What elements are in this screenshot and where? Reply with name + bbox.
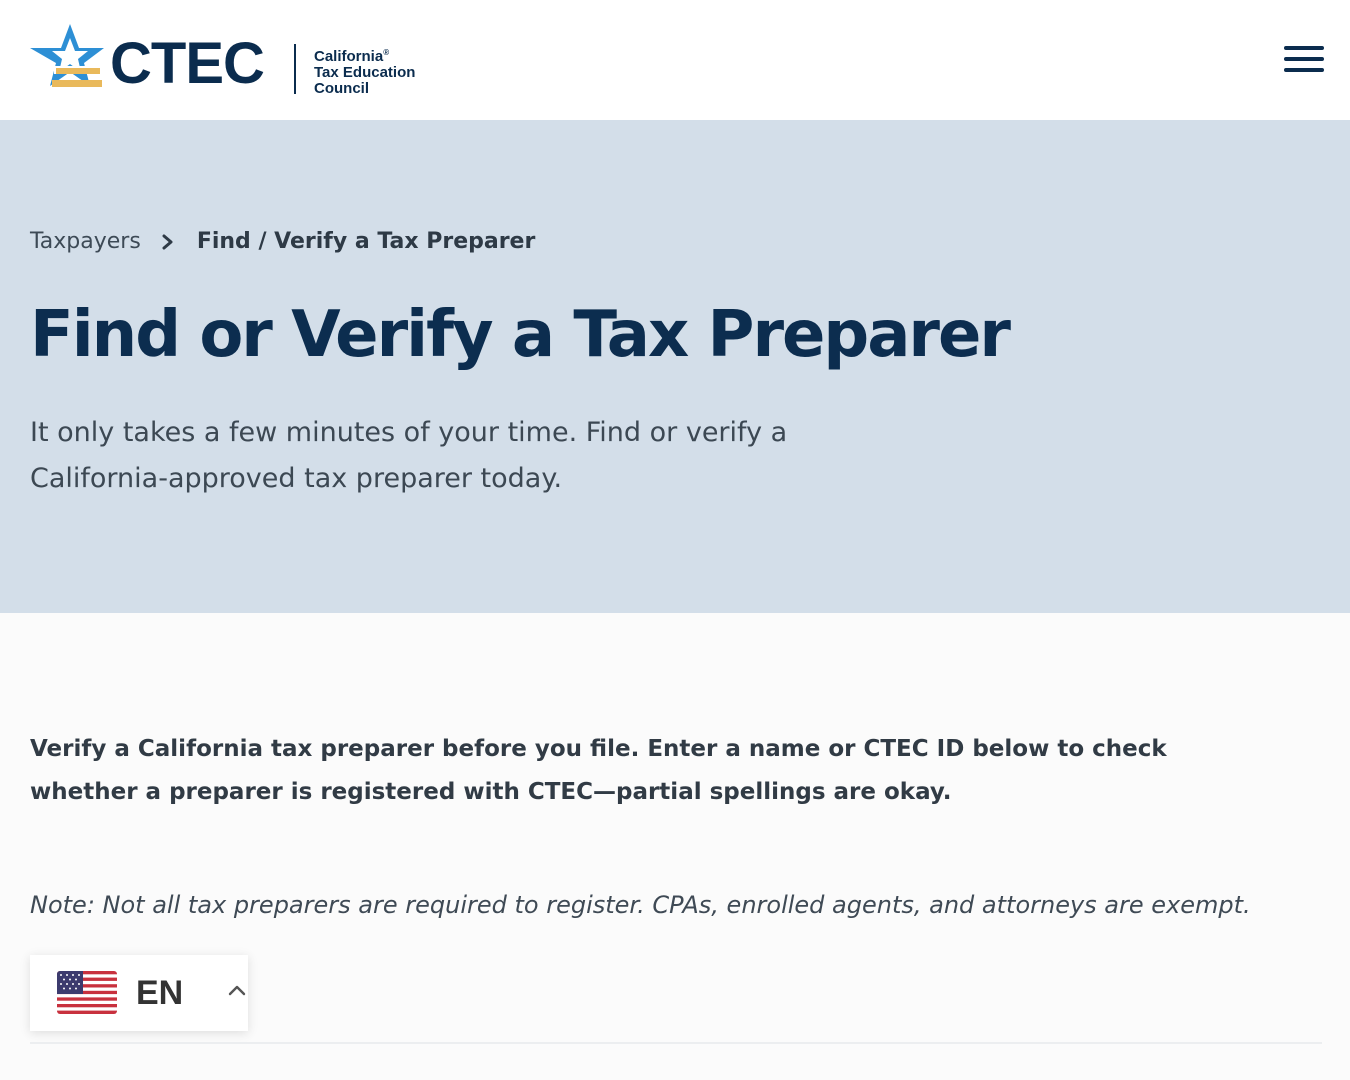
exemption-note: Note: Not all tax preparers are required…	[30, 891, 1251, 919]
chevron-up-icon	[228, 985, 246, 996]
breadcrumb-link-taxpayers[interactable]: Taxpayers	[30, 228, 141, 256]
breadcrumb: Taxpayers Find / Verify a Tax Preparer	[30, 228, 535, 256]
ctec-logo[interactable]: CTEC California® Tax Education Council	[26, 22, 446, 97]
logo-subtitle-line: Tax Education	[314, 64, 416, 81]
hamburger-menu-icon[interactable]	[1284, 46, 1324, 74]
us-flag-icon	[57, 971, 117, 1014]
logo-subtitle-line: Council	[314, 80, 369, 97]
hero-banner: Taxpayers Find / Verify a Tax Preparer F…	[0, 120, 1350, 613]
section-divider	[30, 1042, 1322, 1044]
logo-divider	[294, 44, 296, 94]
chevron-right-icon	[162, 234, 173, 250]
logo-wordmark: CTEC	[110, 31, 265, 96]
page-title: Find or Verify a Tax Preparer	[30, 298, 1011, 372]
breadcrumb-current: Find / Verify a Tax Preparer	[196, 229, 536, 254]
site-header: CTEC California® Tax Education Council	[0, 0, 1350, 120]
logo-subtitle: California® Tax Education Council	[314, 45, 415, 97]
language-switcher[interactable]: EN	[30, 955, 248, 1031]
hero-lead-text: It only takes a few minutes of your time…	[30, 417, 788, 494]
logo-subtitle-line: California®	[314, 48, 390, 65]
language-code: EN	[136, 974, 184, 1012]
intro-text: Verify a California tax preparer before …	[30, 736, 1167, 805]
star-logo-icon	[30, 24, 104, 87]
